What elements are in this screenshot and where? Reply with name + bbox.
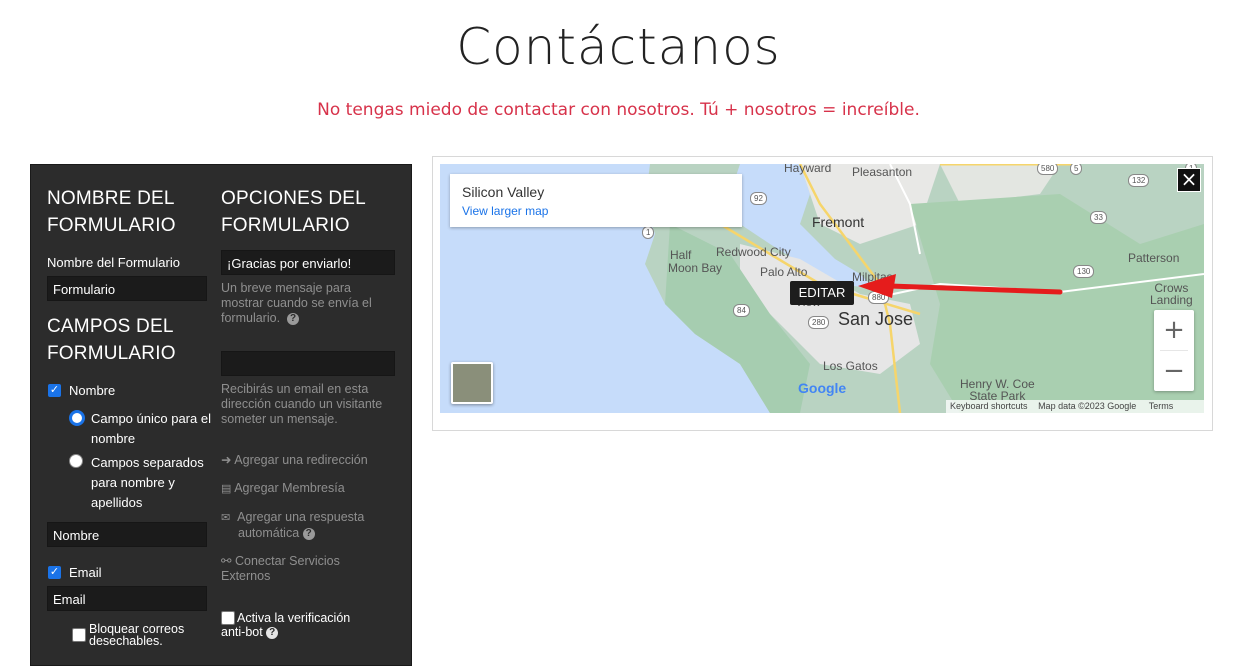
arrow-right-icon: ➜ bbox=[221, 453, 232, 467]
radio-single-field[interactable] bbox=[69, 410, 85, 426]
highway-shield: 280 bbox=[808, 316, 830, 329]
highway-shield: 33 bbox=[1090, 211, 1107, 224]
map-label-pleasanton: Pleasanton bbox=[852, 165, 913, 179]
map-label-crows-landing: Crows Landing bbox=[1150, 281, 1193, 307]
thanks-message-input[interactable]: ¡Gracias por enviarlo! bbox=[221, 250, 395, 275]
form-name-label: Nombre del Formulario bbox=[47, 255, 180, 270]
antibot-label: Activa la verificación anti-bot ? bbox=[221, 611, 351, 639]
notification-email-input[interactable] bbox=[221, 351, 395, 376]
name-checkbox-label: Nombre bbox=[69, 383, 116, 398]
map-label-fremont: Fremont bbox=[812, 214, 865, 230]
map-label-hayward: Hayward bbox=[784, 164, 832, 175]
map-label-san-jose: San Jose bbox=[838, 309, 914, 329]
map-label-palo-alto: Palo Alto bbox=[760, 265, 808, 279]
name-field-input[interactable]: Nombre bbox=[47, 522, 207, 547]
satellite-view-toggle[interactable] bbox=[451, 362, 493, 404]
highway-shield: 92 bbox=[750, 192, 767, 205]
email-field-input[interactable]: Email bbox=[47, 586, 207, 611]
radio-split-fields[interactable] bbox=[69, 454, 83, 468]
radio-single-field-label: Campo único para el nombre bbox=[91, 411, 211, 446]
highway-shield: 580 bbox=[1037, 164, 1059, 175]
map-label-los-gatos: Los Gatos bbox=[823, 359, 878, 373]
help-icon[interactable]: ? bbox=[287, 312, 299, 325]
link-icon: ⚯ bbox=[221, 554, 232, 568]
map-footer: Keyboard shortcuts Map data ©2023 Google… bbox=[946, 400, 1204, 413]
id-card-icon: ▤ bbox=[221, 483, 232, 495]
add-membership-link[interactable]: ▤ Agregar Membresía bbox=[221, 481, 345, 495]
connect-services-link[interactable]: ⚯ Conectar Servicios Externos bbox=[221, 554, 340, 584]
place-title: Silicon Valley bbox=[462, 184, 545, 200]
map-label-half-moon-bay: Half Moon Bay bbox=[668, 248, 723, 275]
form-options-heading: OPCIONES DEL FORMULARIO bbox=[221, 188, 366, 236]
map-label-henry-coe: Henry W. Coe State Park bbox=[960, 377, 1035, 403]
terms-link[interactable]: Terms bbox=[1139, 401, 1174, 411]
zoom-controls: + − bbox=[1154, 310, 1194, 391]
radio-split-fields-label: Campos separados para nombre y apellidos bbox=[91, 455, 204, 510]
form-name-heading: NOMBRE DEL FORMULARIO bbox=[47, 188, 176, 236]
email-checkbox[interactable]: ✓ bbox=[48, 566, 61, 579]
map-label-patterson: Patterson bbox=[1128, 251, 1180, 265]
highway-shield: 84 bbox=[733, 304, 750, 317]
add-redirect-link[interactable]: ➜ Agregar una redirección bbox=[221, 452, 368, 467]
form-editor-panel: NOMBRE DEL FORMULARIO Nombre del Formular… bbox=[30, 164, 412, 666]
help-icon[interactable]: ? bbox=[266, 626, 279, 639]
google-logo: Google bbox=[798, 380, 847, 396]
highway-shield: 132 bbox=[1128, 174, 1150, 187]
highway-shield: 130 bbox=[1073, 265, 1095, 278]
email-checkbox-label: Email bbox=[69, 565, 102, 580]
block-disposable-label: Bloquear correos desechables. bbox=[89, 622, 185, 648]
add-autoreply-link[interactable]: ✉ Agregar una respuesta automática ? bbox=[221, 510, 364, 541]
page-subtitle: No tengas miedo de contactar con nosotro… bbox=[317, 100, 920, 120]
help-icon[interactable]: ? bbox=[302, 527, 315, 540]
block-disposable-checkbox[interactable] bbox=[72, 628, 86, 642]
form-name-input[interactable]: Formulario bbox=[47, 276, 207, 301]
notification-email-help: Recibirás un email en esta dirección cua… bbox=[221, 382, 383, 426]
keyboard-shortcuts-link[interactable]: Keyboard shortcuts bbox=[946, 401, 1028, 411]
map-label-redwood-city: Redwood City bbox=[716, 245, 791, 259]
envelope-icon: ✉ bbox=[221, 512, 231, 524]
form-fields-heading: CAMPOS DEL FORMULARIO bbox=[47, 316, 176, 364]
map-data-attribution: Map data ©2023 Google bbox=[1038, 401, 1137, 411]
close-button[interactable]: × bbox=[1177, 168, 1201, 192]
edit-button[interactable]: EDITAR bbox=[790, 281, 854, 305]
name-checkbox[interactable]: ✓ bbox=[48, 384, 61, 397]
page-title: Contáctanos bbox=[456, 18, 781, 76]
zoom-out-button[interactable]: − bbox=[1154, 351, 1194, 391]
zoom-in-button[interactable]: + bbox=[1154, 310, 1194, 350]
view-larger-map-link[interactable]: View larger map bbox=[462, 204, 548, 218]
red-arrow-annotation bbox=[858, 274, 1063, 298]
thanks-message-help: Un breve mensaje para mostrar cuando se … bbox=[221, 281, 372, 325]
map-place-card: Silicon Valley View larger map bbox=[450, 174, 742, 227]
